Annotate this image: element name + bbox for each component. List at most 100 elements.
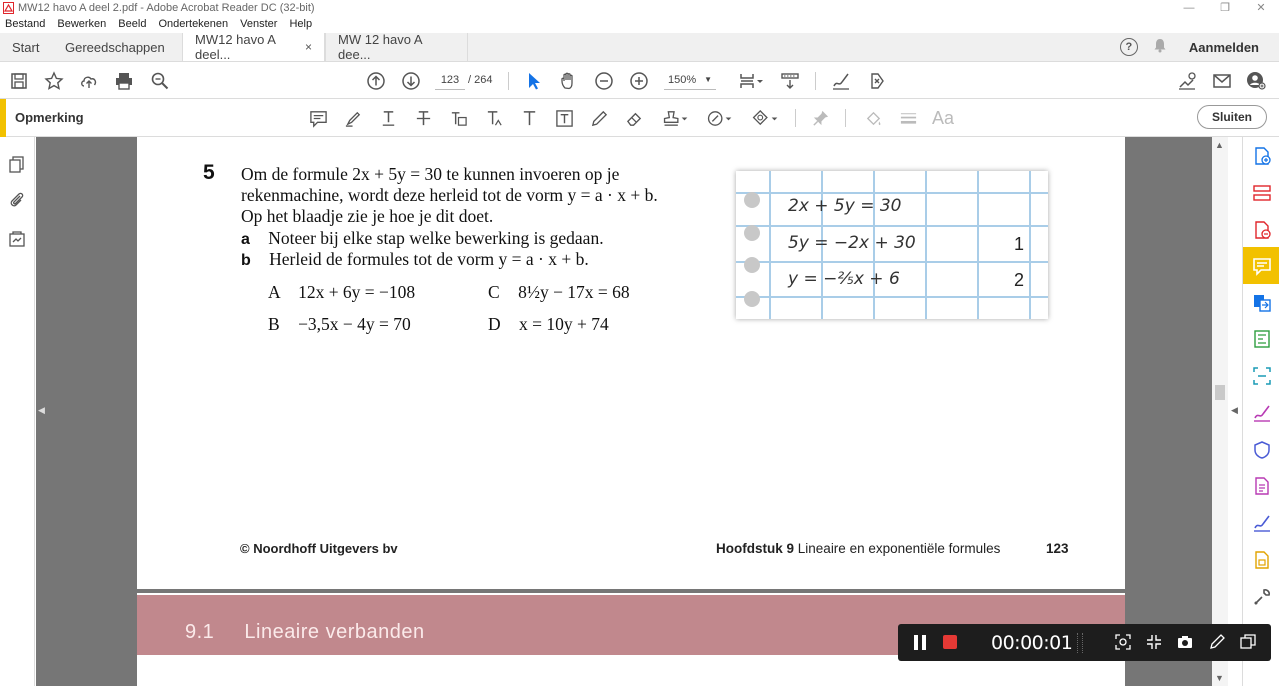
pin-icon[interactable]	[809, 108, 831, 128]
notebook-grid-line	[1029, 171, 1031, 319]
tab-close-icon[interactable]: ×	[305, 40, 312, 54]
sign-in-link[interactable]: Aanmelden	[1189, 40, 1259, 55]
prepare-form-icon[interactable]	[1251, 549, 1273, 571]
page-number-input[interactable]: 123	[435, 70, 465, 90]
attach-file-icon[interactable]	[704, 108, 734, 128]
stop-recording-button[interactable]	[943, 635, 957, 649]
menu-help[interactable]: Help	[289, 18, 312, 30]
line-width-icon[interactable]	[897, 108, 919, 128]
more-tools-wrench-icon[interactable]	[1251, 586, 1273, 608]
subquestion-a: a Noteer bij elke stap welke bewerking i…	[241, 228, 604, 249]
next-page-icon[interactable]	[400, 70, 422, 92]
tab-document-active[interactable]: MW12 havo A deel... ×	[182, 32, 325, 62]
menu-beeld[interactable]: Beeld	[118, 18, 146, 30]
organize-pages-icon[interactable]	[1251, 182, 1273, 204]
sign-request-icon[interactable]	[1176, 70, 1198, 92]
screen-recorder-bar: 00:00:01	[898, 624, 1271, 661]
share-link-icon[interactable]	[866, 70, 888, 92]
intro-line-3: Op het blaadje zie je hoe je dit doet.	[241, 206, 494, 226]
signatures-panel-icon[interactable]	[7, 229, 27, 249]
chapter-title: Lineaire en exponentiële formules	[797, 541, 1001, 556]
help-icon[interactable]: ?	[1119, 38, 1138, 56]
close-window-button[interactable]: ✕	[1243, 0, 1279, 15]
scan-ocr-icon[interactable]	[1251, 365, 1273, 387]
collapse-right-panel-icon[interactable]: ◀	[1231, 405, 1238, 416]
replace-text-icon[interactable]	[447, 108, 469, 128]
pause-recording-button[interactable]	[914, 635, 928, 650]
page-display-icon[interactable]	[737, 70, 767, 92]
formula-d-label: D	[488, 314, 501, 334]
comment-tool-icon[interactable]	[1251, 255, 1273, 277]
fill-color-icon[interactable]	[862, 108, 884, 128]
sticky-note-icon[interactable]	[307, 108, 329, 128]
add-text-icon[interactable]	[518, 108, 540, 128]
scroll-mode-icon[interactable]	[779, 70, 801, 92]
highlight-pen-icon[interactable]	[342, 108, 364, 128]
formula-c: C 8½y − 17x = 68	[488, 282, 630, 303]
tab-document-2[interactable]: MW 12 havo A dee...	[325, 32, 468, 62]
minimize-arrows-icon[interactable]	[1145, 633, 1163, 651]
attachments-paperclip-icon[interactable]	[7, 190, 27, 210]
zoom-in-icon[interactable]	[628, 70, 650, 92]
menu-venster[interactable]: Venster	[240, 18, 277, 30]
stamp-icon[interactable]	[660, 108, 690, 128]
webcam-icon[interactable]	[1114, 633, 1132, 651]
recording-timer: 00:00:01	[991, 632, 1073, 654]
formula-b: B −3,5x − 4y = 70	[268, 314, 411, 335]
chevron-down-icon: ▼	[704, 75, 712, 84]
text-box-icon[interactable]	[553, 108, 575, 128]
print-icon[interactable]	[113, 70, 135, 92]
draw-pen-icon[interactable]	[1208, 633, 1226, 651]
zoom-out-icon[interactable]	[593, 70, 615, 92]
close-comment-button[interactable]: Sluiten	[1197, 105, 1267, 129]
maximize-button[interactable]: ❐	[1207, 0, 1243, 15]
fill-sign-icon[interactable]	[830, 70, 852, 92]
insert-text-icon[interactable]	[483, 108, 505, 128]
strikethrough-icon[interactable]	[412, 108, 434, 128]
previous-page-icon[interactable]	[365, 70, 387, 92]
tab-start[interactable]: Start	[0, 33, 52, 61]
formula-a-label: A	[268, 282, 280, 302]
cloud-upload-icon[interactable]	[78, 70, 100, 92]
publisher-footer: © Noordhoff Uitgevers bv	[240, 541, 398, 556]
share-user-icon[interactable]	[1245, 70, 1267, 92]
screenshot-camera-icon[interactable]	[1176, 633, 1194, 651]
bookmark-star-icon[interactable]	[43, 70, 65, 92]
menu-bewerken[interactable]: Bewerken	[57, 18, 106, 30]
fill-and-sign-icon[interactable]	[1251, 402, 1273, 424]
section-title: Lineaire verbanden	[244, 621, 425, 643]
export-pdf-icon[interactable]	[1251, 292, 1273, 314]
hand-tool-icon[interactable]	[558, 70, 580, 92]
select-cursor-icon[interactable]	[523, 70, 545, 92]
collapse-left-panel-icon[interactable]: ◀	[38, 405, 45, 416]
notifications-bell-icon[interactable]	[1153, 38, 1167, 56]
text-properties-icon[interactable]: Aa	[932, 108, 954, 128]
window-mode-icon[interactable]	[1239, 633, 1257, 651]
create-pdf-icon[interactable]	[1251, 145, 1273, 167]
scroll-up-icon[interactable]: ▲	[1215, 140, 1224, 150]
save-icon[interactable]	[8, 70, 30, 92]
shapes-icon[interactable]	[750, 108, 780, 128]
search-zoom-icon[interactable]	[149, 70, 171, 92]
scroll-down-icon[interactable]: ▼	[1215, 673, 1224, 683]
menu-ondertekenen[interactable]: Ondertekenen	[158, 18, 228, 30]
menu-bestand[interactable]: Bestand	[5, 18, 45, 30]
tab-tools[interactable]: Gereedschappen	[52, 33, 182, 61]
scroll-thumb[interactable]	[1215, 385, 1225, 400]
email-icon[interactable]	[1211, 70, 1233, 92]
chapter-footer: Hoofdstuk 9 Lineaire en exponentiële for…	[716, 541, 1000, 556]
vertical-scrollbar[interactable]: ▲ ▼	[1212, 137, 1228, 686]
combine-files-icon[interactable]	[1251, 219, 1273, 241]
protect-shield-icon[interactable]	[1251, 439, 1273, 461]
draw-pencil-icon[interactable]	[588, 108, 610, 128]
document-viewer[interactable]: ◀ 5 Om de formule 2x + 5y = 30 te kunnen…	[36, 137, 1212, 686]
underline-text-icon[interactable]	[377, 108, 399, 128]
notebook-hole	[744, 257, 760, 273]
compress-pdf-icon[interactable]	[1251, 475, 1273, 497]
request-signature-icon[interactable]	[1251, 512, 1273, 534]
eraser-icon[interactable]	[623, 108, 645, 128]
page-thumbnails-icon[interactable]	[7, 154, 27, 174]
zoom-level-select[interactable]: 150% ▼	[664, 70, 716, 90]
minimize-button[interactable]: —	[1171, 0, 1207, 15]
edit-pdf-icon[interactable]	[1251, 328, 1273, 350]
